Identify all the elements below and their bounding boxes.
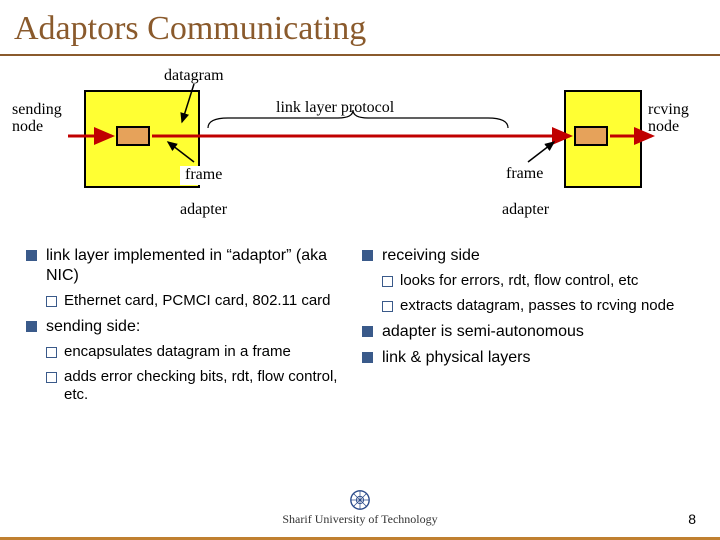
datagram-label: datagram [164, 68, 224, 85]
left-column: link layer implemented in “adaptor” (aka… [24, 246, 360, 411]
bullet-error-checking: adds error checking bits, rdt, flow cont… [24, 368, 360, 406]
bullet-link-physical: link & physical layers [360, 348, 696, 368]
bullet-extracts-datagram: extracts datagram, passes to rcving node [360, 297, 696, 316]
right-column: receiving side looks for errors, rdt, fl… [360, 246, 696, 411]
bullet-receiving-side: receiving side [360, 246, 696, 266]
university-logo [349, 489, 371, 511]
adapter-right-label: adapter [502, 202, 549, 219]
diagram: datagram sending node rcving node link l… [8, 62, 712, 242]
footer-text: Sharif University of Technology [0, 512, 720, 527]
page-title: Adaptors Communicating [0, 0, 720, 56]
body-columns: link layer implemented in “adaptor” (aka… [0, 242, 720, 411]
bullet-link-layer: link layer implemented in “adaptor” (aka… [24, 246, 360, 286]
adapter-left-label: adapter [180, 202, 227, 219]
link-protocol-label: link layer protocol [276, 100, 394, 117]
adapter-right-box [574, 126, 608, 146]
page-number: 8 [688, 511, 696, 527]
bullet-looks-errors: looks for errors, rdt, flow control, etc [360, 272, 696, 291]
adapter-left-box [116, 126, 150, 146]
sending-node-label: sending node [12, 102, 62, 136]
bullet-ethernet-card: Ethernet card, PCMCI card, 802.11 card [24, 292, 360, 311]
frame-left-label: frame [180, 166, 227, 185]
bullet-sending-side: sending side: [24, 317, 360, 337]
bullet-encapsulates: encapsulates datagram in a frame [24, 343, 360, 362]
rcving-node-label: rcving node [648, 102, 689, 136]
bullet-semi-autonomous: adapter is semi-autonomous [360, 322, 696, 342]
frame-right-label: frame [502, 166, 547, 183]
